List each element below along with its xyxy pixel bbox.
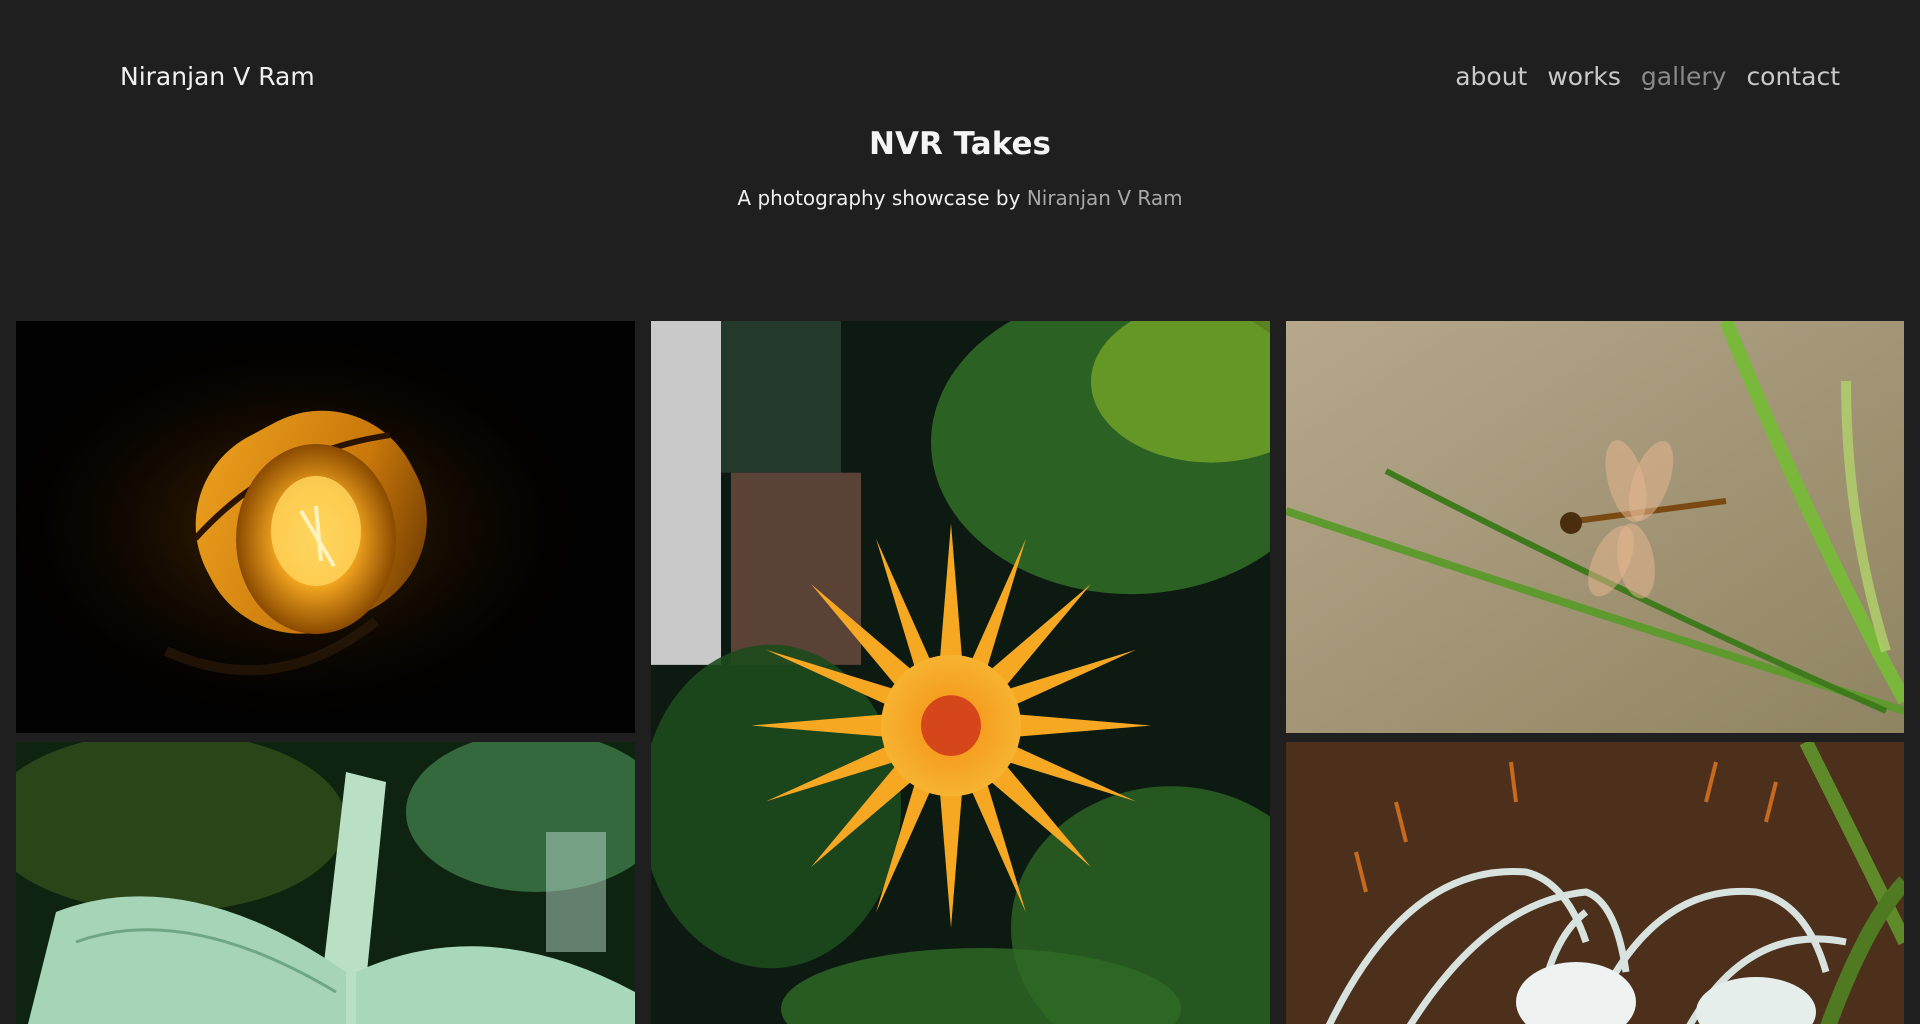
lamp-image: [16, 321, 635, 733]
spider-lily-image: [1286, 742, 1904, 1024]
photo-gallery: [16, 321, 1904, 1024]
nav-works[interactable]: works: [1547, 62, 1621, 91]
flower-image: [651, 321, 1270, 1024]
photo-dragonfly[interactable]: [1286, 321, 1904, 733]
photo-lamp[interactable]: [16, 321, 635, 733]
hero-section: NVR Takes A photography showcase by Nira…: [0, 126, 1920, 210]
photographer-link[interactable]: Niranjan V Ram: [1027, 186, 1183, 210]
photo-flower[interactable]: [651, 321, 1270, 1024]
book-image: [16, 742, 635, 1024]
main-nav: about works gallery contact: [1455, 62, 1840, 91]
dragonfly-image: [1286, 321, 1904, 733]
brand-link[interactable]: Niranjan V Ram: [120, 62, 315, 91]
nav-about[interactable]: about: [1455, 62, 1527, 91]
nav-contact[interactable]: contact: [1746, 62, 1840, 91]
site-header: Niranjan V Ram about works gallery conta…: [0, 0, 1920, 320]
photo-book[interactable]: [16, 742, 635, 1024]
nav-gallery[interactable]: gallery: [1641, 62, 1727, 91]
page-subtitle: A photography showcase by Niranjan V Ram: [0, 186, 1920, 210]
page-title: NVR Takes: [869, 126, 1051, 162]
subtitle-text: A photography showcase by: [737, 186, 1021, 210]
photo-spider-lily[interactable]: [1286, 742, 1904, 1024]
